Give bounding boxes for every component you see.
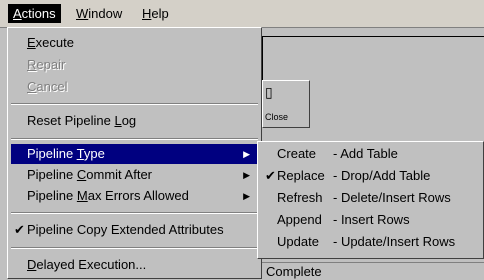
commit-prefix: Pipeline	[27, 167, 77, 182]
pipeline-type-rest: ype	[83, 146, 105, 161]
replace-name: Replace	[277, 168, 325, 183]
create-desc: - Add Table	[333, 146, 398, 161]
menu-item-execute[interactable]: Execute	[11, 33, 258, 53]
menu-item-repair[interactable]: Repair	[11, 55, 258, 75]
reset-log-prefix: Reset Pipeline	[27, 113, 115, 128]
menu-item-cancel[interactable]: Cancel	[11, 77, 258, 97]
menu-item-pipeline-commit-after[interactable]: Pipeline Commit After ▶	[11, 165, 258, 185]
menu-item-pipeline-max-errors[interactable]: Pipeline Max Errors Allowed ▶	[11, 186, 258, 206]
submenu-item-replace[interactable]: ✔ Replace - Drop/Add Table	[261, 165, 482, 187]
submenu-item-append[interactable]: Append - Insert Rows	[261, 209, 482, 231]
status-bar: Complete	[262, 262, 484, 279]
submenu-arrow-icon: ▶	[243, 170, 250, 180]
door-icon: ▯	[265, 84, 273, 100]
menu-window-mnemonic: W	[76, 6, 89, 21]
max-errors-mnemonic: M	[76, 188, 88, 203]
menu-item-pipeline-type[interactable]: Pipeline Type ▶	[11, 144, 258, 164]
menu-separator	[11, 247, 258, 249]
submenu-arrow-icon: ▶	[243, 191, 250, 201]
submenu-arrow-icon: ▶	[243, 149, 250, 159]
status-text: Complete	[266, 264, 322, 279]
workspace-panel	[262, 36, 484, 83]
execute-label: xecute	[35, 35, 74, 50]
checkmark-icon: ✔	[265, 168, 276, 183]
update-name: Update	[277, 234, 319, 249]
replace-desc: - Drop/Add Table	[333, 168, 431, 183]
append-desc: - Insert Rows	[333, 212, 410, 227]
repair-mnemonic: R	[27, 57, 37, 72]
menu-bar: Actions Window Help	[0, 0, 484, 28]
submenu-item-refresh[interactable]: Refresh - Delete/Insert Rows	[261, 187, 482, 209]
commit-rest: ommit After	[86, 167, 153, 182]
reset-log-rest: og	[121, 113, 137, 128]
reset-log-mnemonic: L	[114, 113, 122, 128]
submenu-item-update[interactable]: Update - Update/Insert Rows	[261, 231, 482, 253]
menu-actions-mnemonic: A	[13, 6, 22, 21]
create-name: Create	[277, 146, 317, 161]
update-desc: - Update/Insert Rows	[333, 234, 456, 249]
menu-window[interactable]: Window	[71, 4, 127, 23]
menu-help-mnemonic: H	[142, 6, 152, 21]
pipeline-type-prefix: Pipeline	[27, 146, 77, 161]
menu-actions[interactable]: Actions	[8, 4, 61, 23]
cancel-mnemonic: C	[27, 79, 37, 94]
menu-item-copy-extended-attributes[interactable]: ✔ Pipeline Copy Extended Attributes	[11, 220, 258, 240]
submenu-item-create[interactable]: Create - Add Table	[261, 143, 482, 165]
max-errors-rest: ax Errors Allowed	[87, 188, 189, 203]
menu-separator	[11, 138, 258, 140]
menu-actions-label: ctions	[21, 6, 56, 21]
actions-menu: Execute Repair Cancel Reset Pipeline Log…	[7, 27, 262, 279]
cancel-label: ancel	[36, 79, 68, 94]
execute-mnemonic: E	[27, 35, 36, 50]
repair-label: epair	[36, 57, 66, 72]
close-toolbar-label: Close	[265, 112, 289, 122]
menu-help-label: elp	[151, 6, 169, 21]
commit-mnemonic: C	[76, 167, 87, 182]
copy-ext-label: Pipeline Copy Extended Attributes	[27, 222, 224, 237]
refresh-name: Refresh	[277, 190, 323, 205]
close-toolbar-button[interactable]: ▯ Close	[262, 80, 310, 128]
max-errors-prefix: Pipeline	[27, 188, 77, 203]
menu-item-delayed-execution[interactable]: Delayed Execution...	[11, 255, 258, 275]
delayed-mnemonic: D	[27, 257, 37, 272]
pipeline-type-submenu: Create - Add Table ✔ Replace - Drop/Add Tab…	[257, 141, 484, 259]
menu-separator	[11, 212, 258, 214]
checkmark-icon: ✔	[14, 222, 25, 237]
pipeline-type-mnemonic: T	[76, 146, 84, 161]
refresh-desc: - Delete/Insert Rows	[333, 190, 451, 205]
append-name: Append	[277, 212, 322, 227]
menu-help[interactable]: Help	[137, 4, 174, 23]
menu-separator	[11, 103, 258, 105]
delayed-rest: elayed Execution...	[36, 257, 147, 272]
menu-window-label: indow	[88, 6, 123, 21]
menu-item-reset-pipeline-log[interactable]: Reset Pipeline Log	[11, 111, 258, 131]
